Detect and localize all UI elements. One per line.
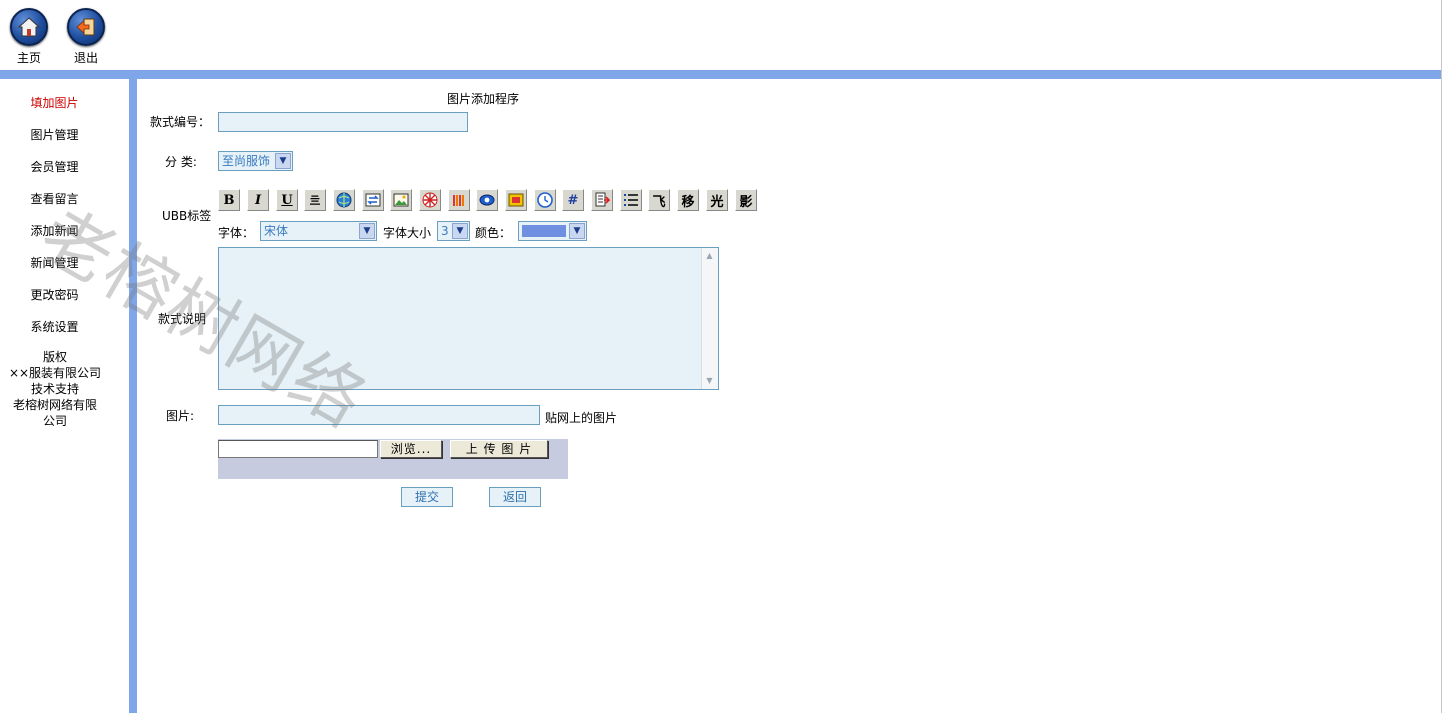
color-select[interactable]: ▼ <box>518 221 587 241</box>
desc-scrollbar[interactable]: ▲ ▼ <box>701 248 718 389</box>
sidebar-item-view-messages[interactable]: 查看留言 <box>0 190 109 207</box>
hash-glyph: # <box>567 192 579 208</box>
scroll-up-icon: ▲ <box>706 251 713 260</box>
underline-button[interactable]: U <box>276 189 298 211</box>
back-button[interactable]: 返回 <box>489 487 541 507</box>
sidebar-item-member-manage[interactable]: 会员管理 <box>0 158 109 175</box>
page-button[interactable] <box>591 189 613 211</box>
underline-glyph: U <box>281 192 293 208</box>
eye-icon <box>479 194 495 206</box>
top-bar: 主页 退出 <box>0 0 1444 70</box>
header-divider <box>0 70 1442 79</box>
category-label: 分 类: <box>165 155 197 169</box>
sidebar-item-add-image[interactable]: 填加图片 <box>0 94 109 111</box>
flash-button[interactable] <box>419 189 441 211</box>
view-button[interactable] <box>476 189 498 211</box>
list-icon <box>624 194 638 206</box>
desc-scroll-track: ▲ ▼ <box>701 248 718 389</box>
scroll-down-icon: ▼ <box>706 376 713 385</box>
image-url-input[interactable] <box>218 405 540 425</box>
copyright-title: 版权 <box>42 350 67 364</box>
size-label: 字体大小 <box>383 226 432 240</box>
sidebar-item-change-password[interactable]: 更改密码 <box>0 286 109 303</box>
swap-button[interactable] <box>362 189 384 211</box>
desc-label: 款式说明 <box>158 312 207 326</box>
font-label: 字体： <box>218 226 255 240</box>
sidebar-item-system-settings[interactable]: 系统设置 <box>0 318 109 335</box>
support-label: 技术支持 <box>30 382 79 396</box>
browse-button[interactable]: 浏览... <box>380 440 442 458</box>
shadow-glyph: 影 <box>739 194 753 210</box>
exit-button[interactable]: 退出 <box>63 8 109 66</box>
ubb-label: UBB标签 <box>162 209 212 223</box>
globe-icon <box>336 192 352 208</box>
quote-icon <box>508 193 524 207</box>
page-icon <box>595 192 610 207</box>
glow-glyph: 光 <box>710 194 724 210</box>
quote-button[interactable] <box>505 189 527 211</box>
exit-label: 退出 <box>73 51 98 65</box>
hash-button[interactable]: # <box>562 189 584 211</box>
chevron-down-icon: ▼ <box>275 153 291 169</box>
category-value: 至尚服饰 <box>222 154 271 168</box>
url-button[interactable] <box>333 189 355 211</box>
bold-glyph: B <box>223 192 235 208</box>
sidebar-item-add-news[interactable]: 添加新闻 <box>0 222 109 239</box>
chevron-down-icon: ▼ <box>569 223 585 239</box>
submit-button[interactable]: 提交 <box>401 487 453 507</box>
media-icon <box>453 195 464 206</box>
clock-button[interactable] <box>534 189 556 211</box>
font-value: 宋体 <box>264 224 289 238</box>
color-label: 颜色： <box>475 226 512 240</box>
file-path-input[interactable] <box>218 440 378 458</box>
font-select[interactable]: 宋体 ▼ <box>260 221 377 241</box>
bold-button[interactable]: B <box>218 189 240 211</box>
sidebar-divider <box>129 79 137 713</box>
swap-icon <box>365 193 381 207</box>
move-glyph: 移 <box>681 194 695 210</box>
desc-textarea[interactable] <box>218 247 719 390</box>
copyright-company: ××服装有限公司 <box>8 366 102 380</box>
image-label: 图片: <box>166 409 195 423</box>
fly-button[interactable]: 飞 <box>648 189 670 211</box>
home-label: 主页 <box>16 51 41 65</box>
move-button[interactable]: 移 <box>677 189 699 211</box>
flash-icon <box>422 192 438 208</box>
home-button[interactable]: 主页 <box>6 8 52 66</box>
sidebar-item-image-manage[interactable]: 图片管理 <box>0 126 109 143</box>
size-select[interactable]: 3 ▼ <box>437 221 470 241</box>
style-no-input[interactable] <box>218 112 468 132</box>
upload-panel: 浏览... 上 传 图 片 <box>218 439 568 479</box>
clock-icon <box>537 192 553 208</box>
glow-button[interactable]: 光 <box>706 189 728 211</box>
style-no-label: 款式编号： <box>150 115 211 129</box>
image-hint: 贴网上的图片 <box>545 411 618 425</box>
chevron-down-icon: ▼ <box>452 223 468 239</box>
list-button[interactable] <box>620 189 642 211</box>
image-icon <box>393 193 409 207</box>
italic-glyph: I <box>254 192 262 208</box>
size-value: 3 <box>441 224 449 238</box>
page-right-border <box>1441 0 1442 713</box>
support-company: 老榕树网络有限公司 <box>12 398 97 428</box>
center-button[interactable]: 亖 <box>304 189 326 211</box>
center-glyph: 亖 <box>309 194 321 207</box>
image-button[interactable] <box>390 189 412 211</box>
italic-button[interactable]: I <box>247 189 269 211</box>
upload-button[interactable]: 上 传 图 片 <box>450 440 548 458</box>
category-select[interactable]: 至尚服饰 ▼ <box>218 151 293 171</box>
fly-glyph: 飞 <box>652 194 666 210</box>
copyright-block: 版权 ××服装有限公司 技术支持 老榕树网络有限公司 <box>8 349 102 429</box>
media-button[interactable] <box>448 189 470 211</box>
shadow-button[interactable]: 影 <box>735 189 757 211</box>
home-icon <box>10 8 48 46</box>
exit-icon <box>67 8 105 46</box>
sidebar-item-news-manage[interactable]: 新闻管理 <box>0 254 109 271</box>
color-swatch <box>522 225 566 237</box>
chevron-down-icon: ▼ <box>359 223 375 239</box>
page-title: 图片添加程序 <box>447 92 520 106</box>
